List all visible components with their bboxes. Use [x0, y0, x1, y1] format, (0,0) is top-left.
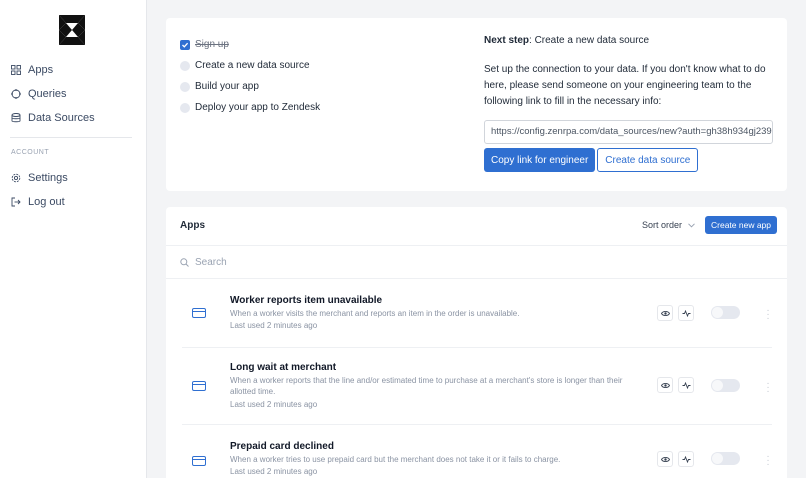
more-options-icon[interactable]: · · · [765, 306, 771, 324]
sidebar-item-logout[interactable]: Log out [0, 190, 147, 214]
step-sign-up: Sign up [180, 34, 320, 55]
app-last-used: Last used 2 minutes ago [230, 400, 318, 409]
gear-icon [11, 173, 21, 183]
more-options-icon[interactable]: · · · [765, 452, 771, 470]
sidebar-item-data-sources[interactable]: Data Sources [0, 106, 147, 130]
search-bar[interactable]: Search [166, 245, 787, 279]
card-icon [192, 456, 206, 466]
activity-icon [682, 455, 690, 463]
apps-card: Apps Sort order Create new app Search Wo… [166, 207, 787, 478]
activity-icon [682, 309, 690, 317]
config-link-field[interactable]: https://config.zenrpa.com/data_sources/n… [484, 120, 773, 144]
activity-button[interactable] [678, 377, 694, 393]
onboarding-steps: Sign up Create a new data source Build y… [180, 34, 320, 118]
sidebar-item-label: Settings [28, 172, 68, 184]
step-circle-icon [180, 60, 190, 71]
sidebar-item-label: Data Sources [28, 112, 95, 124]
database-icon [11, 113, 21, 123]
step-label: Deploy your app to Zendesk [195, 102, 321, 113]
sidebar-item-label: Log out [28, 196, 65, 208]
onboarding-card: Sign up Create a new data source Build y… [166, 18, 787, 191]
divider [10, 137, 132, 138]
sidebar: Apps Queries Data Sources ACCOUNT Settin… [0, 0, 147, 478]
grid-icon [11, 65, 21, 75]
app-description: When a worker reports that the line and/… [230, 376, 623, 396]
next-step-prefix: Next step [484, 35, 530, 46]
account-nav: Settings Log out [0, 166, 147, 214]
next-step-title: Next step: Create a new data source [484, 34, 776, 48]
app-last-used: Last used 2 minutes ago [230, 467, 318, 476]
next-step-text: : Create a new data source [529, 35, 650, 46]
logo-icon[interactable] [58, 14, 86, 46]
sidebar-item-queries[interactable]: Queries [0, 82, 147, 106]
app-row[interactable]: Long wait at merchant When a worker repo… [182, 348, 772, 425]
app-row[interactable]: Worker reports item unavailable When a w… [182, 279, 772, 348]
preview-button[interactable] [657, 377, 673, 393]
sidebar-nav: Apps Queries Data Sources [0, 58, 147, 130]
step-create-data-source: Create a new data source [180, 55, 320, 76]
card-icon [192, 308, 206, 318]
next-step-description: Set up the connection to your data. If y… [484, 64, 766, 107]
card-icon [192, 381, 206, 391]
sort-order-label: Sort order [642, 220, 683, 230]
eye-icon [660, 382, 670, 388]
sort-order-dropdown[interactable]: Sort order [642, 220, 695, 230]
create-data-source-button[interactable]: Create data source [597, 148, 699, 172]
circle-icon [11, 89, 21, 99]
more-options-icon[interactable]: · · · [765, 379, 771, 397]
sidebar-item-apps[interactable]: Apps [0, 58, 147, 82]
app-row[interactable]: Prepaid card declined When a worker trie… [182, 425, 772, 478]
preview-button[interactable] [657, 451, 673, 467]
app-enable-toggle[interactable] [711, 452, 740, 465]
app-enable-toggle[interactable] [711, 379, 740, 392]
activity-button[interactable] [678, 451, 694, 467]
sidebar-item-label: Apps [28, 64, 54, 76]
next-step-panel: Next step: Create a new data source Set … [484, 34, 776, 172]
app-description: When a worker tries to use prepaid card … [230, 455, 561, 464]
app-title[interactable]: Long wait at merchant [230, 362, 336, 373]
step-circle-icon [180, 102, 190, 113]
copy-link-button[interactable]: Copy link for engineer [484, 148, 596, 172]
eye-icon [660, 456, 670, 462]
step-circle-icon [180, 81, 190, 92]
eye-icon [660, 310, 670, 316]
step-label: Create a new data source [195, 60, 310, 71]
button-row: Copy link for engineer Create data sourc… [484, 148, 776, 172]
app-title[interactable]: Prepaid card declined [230, 441, 334, 452]
step-label: Build your app [195, 81, 259, 92]
app-description: When a worker visits the merchant and re… [230, 309, 520, 318]
step-label: Sign up [195, 39, 229, 50]
search-input[interactable]: Search [195, 257, 227, 268]
step-deploy-app: Deploy your app to Zendesk [180, 97, 320, 118]
step-build-app: Build your app [180, 76, 320, 97]
app-title[interactable]: Worker reports item unavailable [230, 295, 382, 306]
sidebar-item-label: Queries [28, 88, 67, 100]
section-label-account: ACCOUNT [11, 149, 50, 156]
checkmark-icon [180, 39, 190, 50]
logout-icon [11, 197, 21, 207]
apps-title: Apps [180, 220, 205, 231]
search-icon [180, 257, 189, 267]
app-last-used: Last used 2 minutes ago [230, 321, 318, 330]
activity-button[interactable] [678, 305, 694, 321]
sidebar-item-settings[interactable]: Settings [0, 166, 147, 190]
app-enable-toggle[interactable] [711, 306, 740, 319]
create-new-app-button[interactable]: Create new app [705, 216, 778, 234]
chevron-down-icon [688, 222, 695, 228]
activity-icon [682, 381, 690, 389]
preview-button[interactable] [657, 305, 673, 321]
